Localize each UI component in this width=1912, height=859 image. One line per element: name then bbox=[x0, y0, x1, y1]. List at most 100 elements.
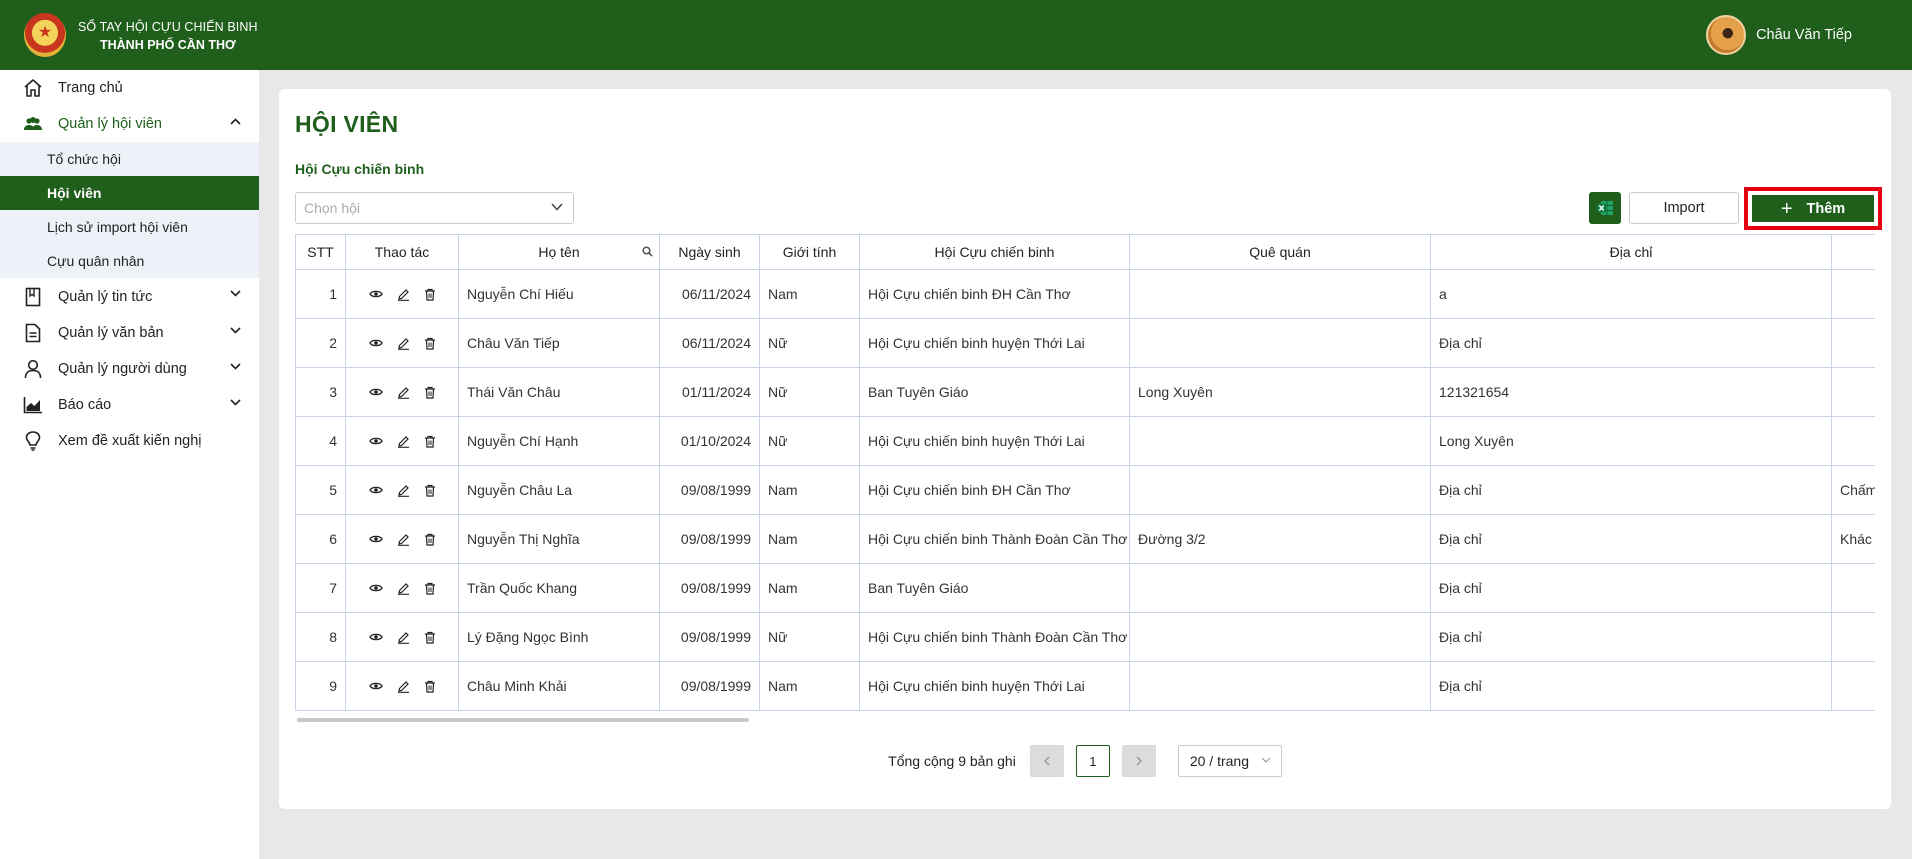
view-icon[interactable] bbox=[368, 485, 383, 495]
cell-actions bbox=[345, 514, 459, 564]
cell-gender: Nữ bbox=[759, 612, 860, 662]
export-excel-button[interactable] bbox=[1589, 192, 1621, 224]
table-row[interactable]: 4 Nguyễn Chí Hạnh 01/10/2024 Nữ Hội Cựu chiế… bbox=[295, 416, 1875, 466]
cell-address: Địa chỉ bbox=[1430, 612, 1832, 662]
cell-extra bbox=[1831, 612, 1875, 662]
page-size-select[interactable]: 20 / trang bbox=[1177, 745, 1282, 777]
edit-icon[interactable] bbox=[397, 680, 410, 693]
horizontal-scrollbar[interactable] bbox=[297, 718, 749, 722]
cell-extra bbox=[1831, 661, 1875, 711]
column-header: STT bbox=[295, 234, 346, 270]
view-icon[interactable] bbox=[368, 534, 383, 544]
table-row[interactable]: 6 Nguyễn Thị Nghĩa 09/08/1999 Nam Hội Cựu ch… bbox=[295, 514, 1875, 564]
sidebar-item-member-management[interactable]: Quản lý hội viên bbox=[0, 106, 259, 142]
edit-icon[interactable] bbox=[397, 484, 410, 497]
association-select[interactable]: Chọn hội bbox=[295, 192, 574, 224]
brand-title: SỔ TAY HỘI CỰU CHIẾN BINH THÀNH PHỐ CẦN … bbox=[78, 18, 258, 54]
cell-address: Long Xuyên bbox=[1430, 416, 1832, 466]
sidebar-item-news-management[interactable]: Quản lý tin tức bbox=[0, 278, 259, 315]
add-button-highlight: + Thêm bbox=[1744, 187, 1882, 230]
cell-association: Hội Cựu chiến binh huyện Thới Lai bbox=[859, 661, 1130, 711]
table-row[interactable]: 3 Thái Văn Châu 01/11/2024 Nữ Ban Tuyên Giáo… bbox=[295, 367, 1875, 417]
delete-icon[interactable] bbox=[424, 631, 436, 644]
table-row[interactable]: 1 Nguyễn Chí Hiếu 06/11/2024 Nam Hội Cựu chi… bbox=[295, 269, 1875, 319]
sidebar-item-document-management[interactable]: Quản lý văn bản bbox=[0, 315, 259, 351]
edit-icon[interactable] bbox=[397, 288, 410, 301]
sidebar-item-proposals[interactable]: Xem đề xuất kiến nghị bbox=[0, 423, 259, 459]
lightbulb-icon bbox=[22, 430, 44, 452]
prev-page-button[interactable] bbox=[1029, 745, 1064, 777]
cell-actions bbox=[345, 661, 459, 711]
cell-actions bbox=[345, 563, 459, 613]
edit-icon[interactable] bbox=[397, 386, 410, 399]
cell-gender: Nam bbox=[759, 661, 860, 711]
sidebar-item-reports[interactable]: Báo cáo bbox=[0, 387, 259, 423]
cell-name: Nguyễn Châu La bbox=[458, 465, 660, 515]
table-row[interactable]: 7 Trần Quốc Khang 09/08/1999 Nam Ban Tuyên G… bbox=[295, 563, 1875, 613]
delete-icon[interactable] bbox=[424, 484, 436, 497]
sidebar-item-organization[interactable]: Tổ chức hội bbox=[0, 142, 259, 176]
cell-stt: 4 bbox=[295, 416, 346, 466]
view-icon[interactable] bbox=[368, 681, 383, 691]
cell-name: Nguyễn Chí Hiếu bbox=[458, 269, 660, 319]
delete-icon[interactable] bbox=[424, 533, 436, 546]
search-icon[interactable] bbox=[642, 246, 653, 257]
edit-icon[interactable] bbox=[397, 337, 410, 350]
cell-gender: Nữ bbox=[759, 416, 860, 466]
edit-icon[interactable] bbox=[397, 435, 410, 448]
edit-icon[interactable] bbox=[397, 533, 410, 546]
sidebar-item-veterans[interactable]: Cựu quân nhân bbox=[0, 244, 259, 278]
table-row[interactable]: 2 Châu Văn Tiếp 06/11/2024 Nữ Hội Cựu chiến … bbox=[295, 318, 1875, 368]
top-header: SỔ TAY HỘI CỰU CHIẾN BINH THÀNH PHỐ CẦN … bbox=[0, 0, 1912, 70]
cell-extra bbox=[1831, 416, 1875, 466]
view-icon[interactable] bbox=[368, 436, 383, 446]
cell-actions bbox=[345, 269, 459, 319]
cell-name: Nguyễn Thị Nghĩa bbox=[458, 514, 660, 564]
cell-actions bbox=[345, 367, 459, 417]
delete-icon[interactable] bbox=[424, 680, 436, 693]
view-icon[interactable] bbox=[368, 632, 383, 642]
cell-stt: 6 bbox=[295, 514, 346, 564]
delete-icon[interactable] bbox=[424, 288, 436, 301]
cell-dob: 09/08/1999 bbox=[659, 563, 760, 613]
cell-stt: 5 bbox=[295, 465, 346, 515]
cell-actions bbox=[345, 465, 459, 515]
delete-icon[interactable] bbox=[424, 337, 436, 350]
table-row[interactable]: 9 Châu Minh Khải 09/08/1999 Nam Hội Cựu chiế… bbox=[295, 661, 1875, 711]
cell-hometown: Đường 3/2 bbox=[1129, 514, 1431, 564]
page-number[interactable]: 1 bbox=[1075, 745, 1110, 777]
add-member-button[interactable]: + Thêm bbox=[1752, 195, 1874, 222]
chevron-up-icon bbox=[230, 118, 241, 125]
user-menu[interactable]: Châu Văn Tiếp bbox=[1706, 15, 1852, 55]
cell-name: Châu Văn Tiếp bbox=[458, 318, 660, 368]
avatar[interactable] bbox=[1706, 15, 1747, 55]
next-page-button[interactable] bbox=[1121, 745, 1156, 777]
cell-hometown bbox=[1129, 416, 1431, 466]
cell-stt: 1 bbox=[295, 269, 346, 319]
view-icon[interactable] bbox=[368, 289, 383, 299]
import-button[interactable]: Import bbox=[1629, 192, 1739, 224]
cell-hometown bbox=[1129, 465, 1431, 515]
view-icon[interactable] bbox=[368, 338, 383, 348]
sidebar-item-home[interactable]: Trang chủ bbox=[0, 70, 259, 106]
view-icon[interactable] bbox=[368, 583, 383, 593]
edit-icon[interactable] bbox=[397, 582, 410, 595]
cell-hometown bbox=[1129, 318, 1431, 368]
delete-icon[interactable] bbox=[424, 435, 436, 448]
sidebar-item-user-management[interactable]: Quản lý người dùng bbox=[0, 351, 259, 387]
sidebar-item-import-history[interactable]: Lịch sử import hội viên bbox=[0, 210, 259, 244]
edit-icon[interactable] bbox=[397, 631, 410, 644]
cell-association: Ban Tuyên Giáo bbox=[859, 367, 1130, 417]
sidebar-item-members[interactable]: Hội viên bbox=[0, 176, 259, 210]
table-row[interactable]: 5 Nguyễn Châu La 09/08/1999 Nam Hội Cựu chiế… bbox=[295, 465, 1875, 515]
cell-address: 121321654 bbox=[1430, 367, 1832, 417]
delete-icon[interactable] bbox=[424, 386, 436, 399]
view-icon[interactable] bbox=[368, 387, 383, 397]
cell-hometown: Long Xuyên bbox=[1129, 367, 1431, 417]
home-icon bbox=[22, 77, 44, 99]
cell-address: Địa chỉ bbox=[1430, 514, 1832, 564]
delete-icon[interactable] bbox=[424, 582, 436, 595]
cell-dob: 01/11/2024 bbox=[659, 367, 760, 417]
table-row[interactable]: 8 Lý Đặng Ngọc Bình 09/08/1999 Nữ Hội Cựu ch… bbox=[295, 612, 1875, 662]
cell-address: Địa chỉ bbox=[1430, 661, 1832, 711]
